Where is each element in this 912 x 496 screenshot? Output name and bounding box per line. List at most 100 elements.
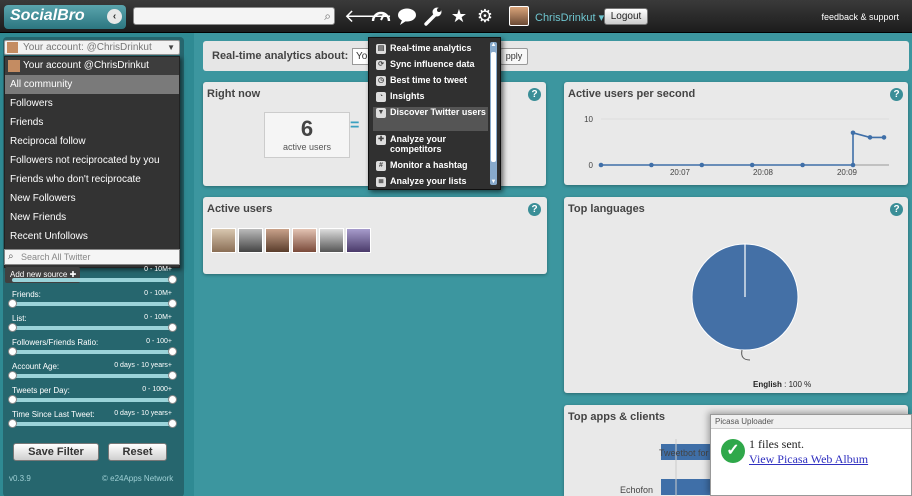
top-languages-card: Top languages ? English : 100 % <box>564 197 908 393</box>
dropdown-item-reciprocal-follow[interactable]: Reciprocal follow <box>5 132 179 151</box>
realtime-toolbar: Real-time analytics about: Yo pply <box>203 41 909 71</box>
filter-range: 0 - 10M+ <box>144 266 172 273</box>
slider-handle[interactable] <box>8 347 17 356</box>
user-thumbnail[interactable] <box>265 228 290 253</box>
search-placeholder: Search All Twitter <box>21 252 91 262</box>
dropdown-item-all-community[interactable]: All community <box>5 75 179 94</box>
dropdown-header-label: Your account @ChrisDrinkut <box>23 60 149 71</box>
slider-handle[interactable] <box>168 323 177 332</box>
socialbro-logo[interactable]: SocialBro ‹ <box>4 5 126 29</box>
user-thumbnail[interactable] <box>292 228 317 253</box>
filter-range: 0 days - 10 years+ <box>114 410 172 417</box>
active-users-per-second-card: Active users per second ? 0 10 20:07 20:08 2… <box>564 82 908 185</box>
active-users-card: Active users ? <box>203 197 547 274</box>
slider-handle[interactable] <box>8 395 17 404</box>
menu-item-analyze-lists[interactable]: ≣ Analyze your lists <box>373 176 488 190</box>
reset-button[interactable]: Reset <box>108 443 167 461</box>
count-label: active users <box>282 142 332 152</box>
data-point <box>649 162 654 168</box>
slider-handle[interactable] <box>168 395 177 404</box>
slider-handle[interactable] <box>8 323 17 332</box>
save-filter-button[interactable]: Save Filter <box>13 443 99 461</box>
pie-chart <box>691 243 799 361</box>
insights-icon: ◔ <box>376 92 386 102</box>
view-album-link[interactable]: View Picasa Web Album <box>749 452 868 467</box>
dropdown-item-friends-not-reciprocating[interactable]: Friends who don't reciprocate <box>5 170 179 189</box>
menu-item-analyze-competitors[interactable]: ✚ Analyze your competitors <box>373 134 488 158</box>
menu-item-sync-influence[interactable]: ⟳ Sync influence data <box>373 59 488 73</box>
filter-slider-track[interactable] <box>12 422 172 426</box>
filter-slider-track[interactable] <box>12 326 172 330</box>
menu-item-insights[interactable]: ◔ Insights <box>373 91 488 105</box>
slider-handle[interactable] <box>168 347 177 356</box>
menu-item-best-time[interactable]: ◷ Best time to tweet <box>373 75 488 89</box>
filter-slider-track[interactable] <box>12 350 172 354</box>
legend-language: English <box>753 380 782 389</box>
chevron-down-icon: ▼ <box>167 43 175 52</box>
dashboard-gauge-icon[interactable] <box>370 5 392 27</box>
user-thumbnail[interactable] <box>346 228 371 253</box>
slider-handle[interactable] <box>168 299 177 308</box>
menu-scrollbar[interactable]: ▲ ▼ <box>490 42 497 185</box>
account-select[interactable]: Your account: @ChrisDrinkut ▼ <box>4 40 180 55</box>
scrollbar-thumb[interactable] <box>491 52 496 162</box>
gear-icon[interactable]: ⚙ <box>474 5 496 27</box>
filter-slider-track[interactable] <box>12 278 172 282</box>
user-avatar[interactable] <box>509 6 529 26</box>
filter-friends: Friends: 0 - 10M+ <box>8 290 177 312</box>
user-thumbnail[interactable] <box>238 228 263 253</box>
filter-slider-track[interactable] <box>12 374 172 378</box>
scroll-down-icon[interactable]: ▼ <box>490 179 497 185</box>
data-point <box>800 162 805 168</box>
copyright-link[interactable]: © e24Apps Network <box>102 474 173 483</box>
wrench-icon[interactable] <box>422 5 444 27</box>
menu-item-label: Insights <box>390 91 425 101</box>
dropdown-item-recent-unfollows[interactable]: Recent Unfollows <box>5 227 179 246</box>
data-point <box>867 135 873 140</box>
help-icon[interactable]: ? <box>528 203 541 216</box>
scroll-up-icon[interactable]: ▲ <box>490 42 497 48</box>
dropdown-item-followers-not-reciprocated[interactable]: Followers not reciprocated by you <box>5 151 179 170</box>
search-input[interactable]: ⌕ <box>133 7 335 25</box>
dropdown-item-new-followers[interactable]: New Followers <box>5 189 179 208</box>
slider-handle[interactable] <box>8 371 17 380</box>
filter-slider-track[interactable] <box>12 398 172 402</box>
x-tick-label: 20:09 <box>837 168 858 177</box>
slider-handle[interactable] <box>168 275 177 284</box>
list-icon: ≣ <box>376 177 386 187</box>
username-menu[interactable]: ChrisDrinkut ▾ <box>535 11 604 24</box>
collapse-sidebar-icon[interactable]: ‹ <box>107 9 122 24</box>
menu-item-discover-users[interactable]: ▼ Discover Twitter users <box>373 107 488 131</box>
username-label: ChrisDrinkut <box>535 12 596 24</box>
chart-icon: ▤ <box>376 44 386 54</box>
search-all-twitter-input[interactable]: ⌕ Search All Twitter <box>4 249 180 265</box>
slider-handle[interactable] <box>8 419 17 428</box>
dropdown-header: Your account @ChrisDrinkut <box>5 57 179 75</box>
filter-label: Friends: <box>12 290 41 299</box>
search-icon[interactable]: ⌕ <box>324 9 331 24</box>
dropdown-item-followers[interactable]: Followers <box>5 94 179 113</box>
menu-item-label: Discover Twitter users <box>390 107 486 117</box>
user-thumbnail[interactable] <box>211 228 236 253</box>
menu-item-realtime-analytics[interactable]: ▤ Real-time analytics <box>373 43 488 57</box>
user-thumbnail[interactable] <box>319 228 344 253</box>
apply-button[interactable]: pply <box>500 48 528 65</box>
speech-bubble-icon[interactable] <box>396 5 418 27</box>
dropdown-item-new-friends[interactable]: New Friends <box>5 208 179 227</box>
feedback-link[interactable]: feedback & support <box>821 12 899 22</box>
filter-ratio: Followers/Friends Ratio: 0 - 100+ <box>8 338 177 360</box>
menu-item-label: Best time to tweet <box>390 75 468 85</box>
logout-button[interactable]: Logout <box>604 8 648 25</box>
slider-handle[interactable] <box>168 419 177 428</box>
picasa-uploader-notification: Picasa Uploader ✓ 1 files sent. View Pic… <box>710 414 912 496</box>
star-icon[interactable]: ★ <box>448 5 470 27</box>
help-icon[interactable]: ? <box>528 88 541 101</box>
slider-handle[interactable] <box>168 371 177 380</box>
pie-legend: English : 100 % <box>753 380 811 389</box>
slider-handle[interactable] <box>8 299 17 308</box>
menu-item-monitor-hashtag[interactable]: # Monitor a hashtag <box>373 160 488 174</box>
back-arrow-icon[interactable]: 🡐 <box>344 5 392 27</box>
filter-slider-track[interactable] <box>12 302 172 306</box>
dropdown-item-friends[interactable]: Friends <box>5 113 179 132</box>
legend-value: : 100 % <box>784 380 812 389</box>
